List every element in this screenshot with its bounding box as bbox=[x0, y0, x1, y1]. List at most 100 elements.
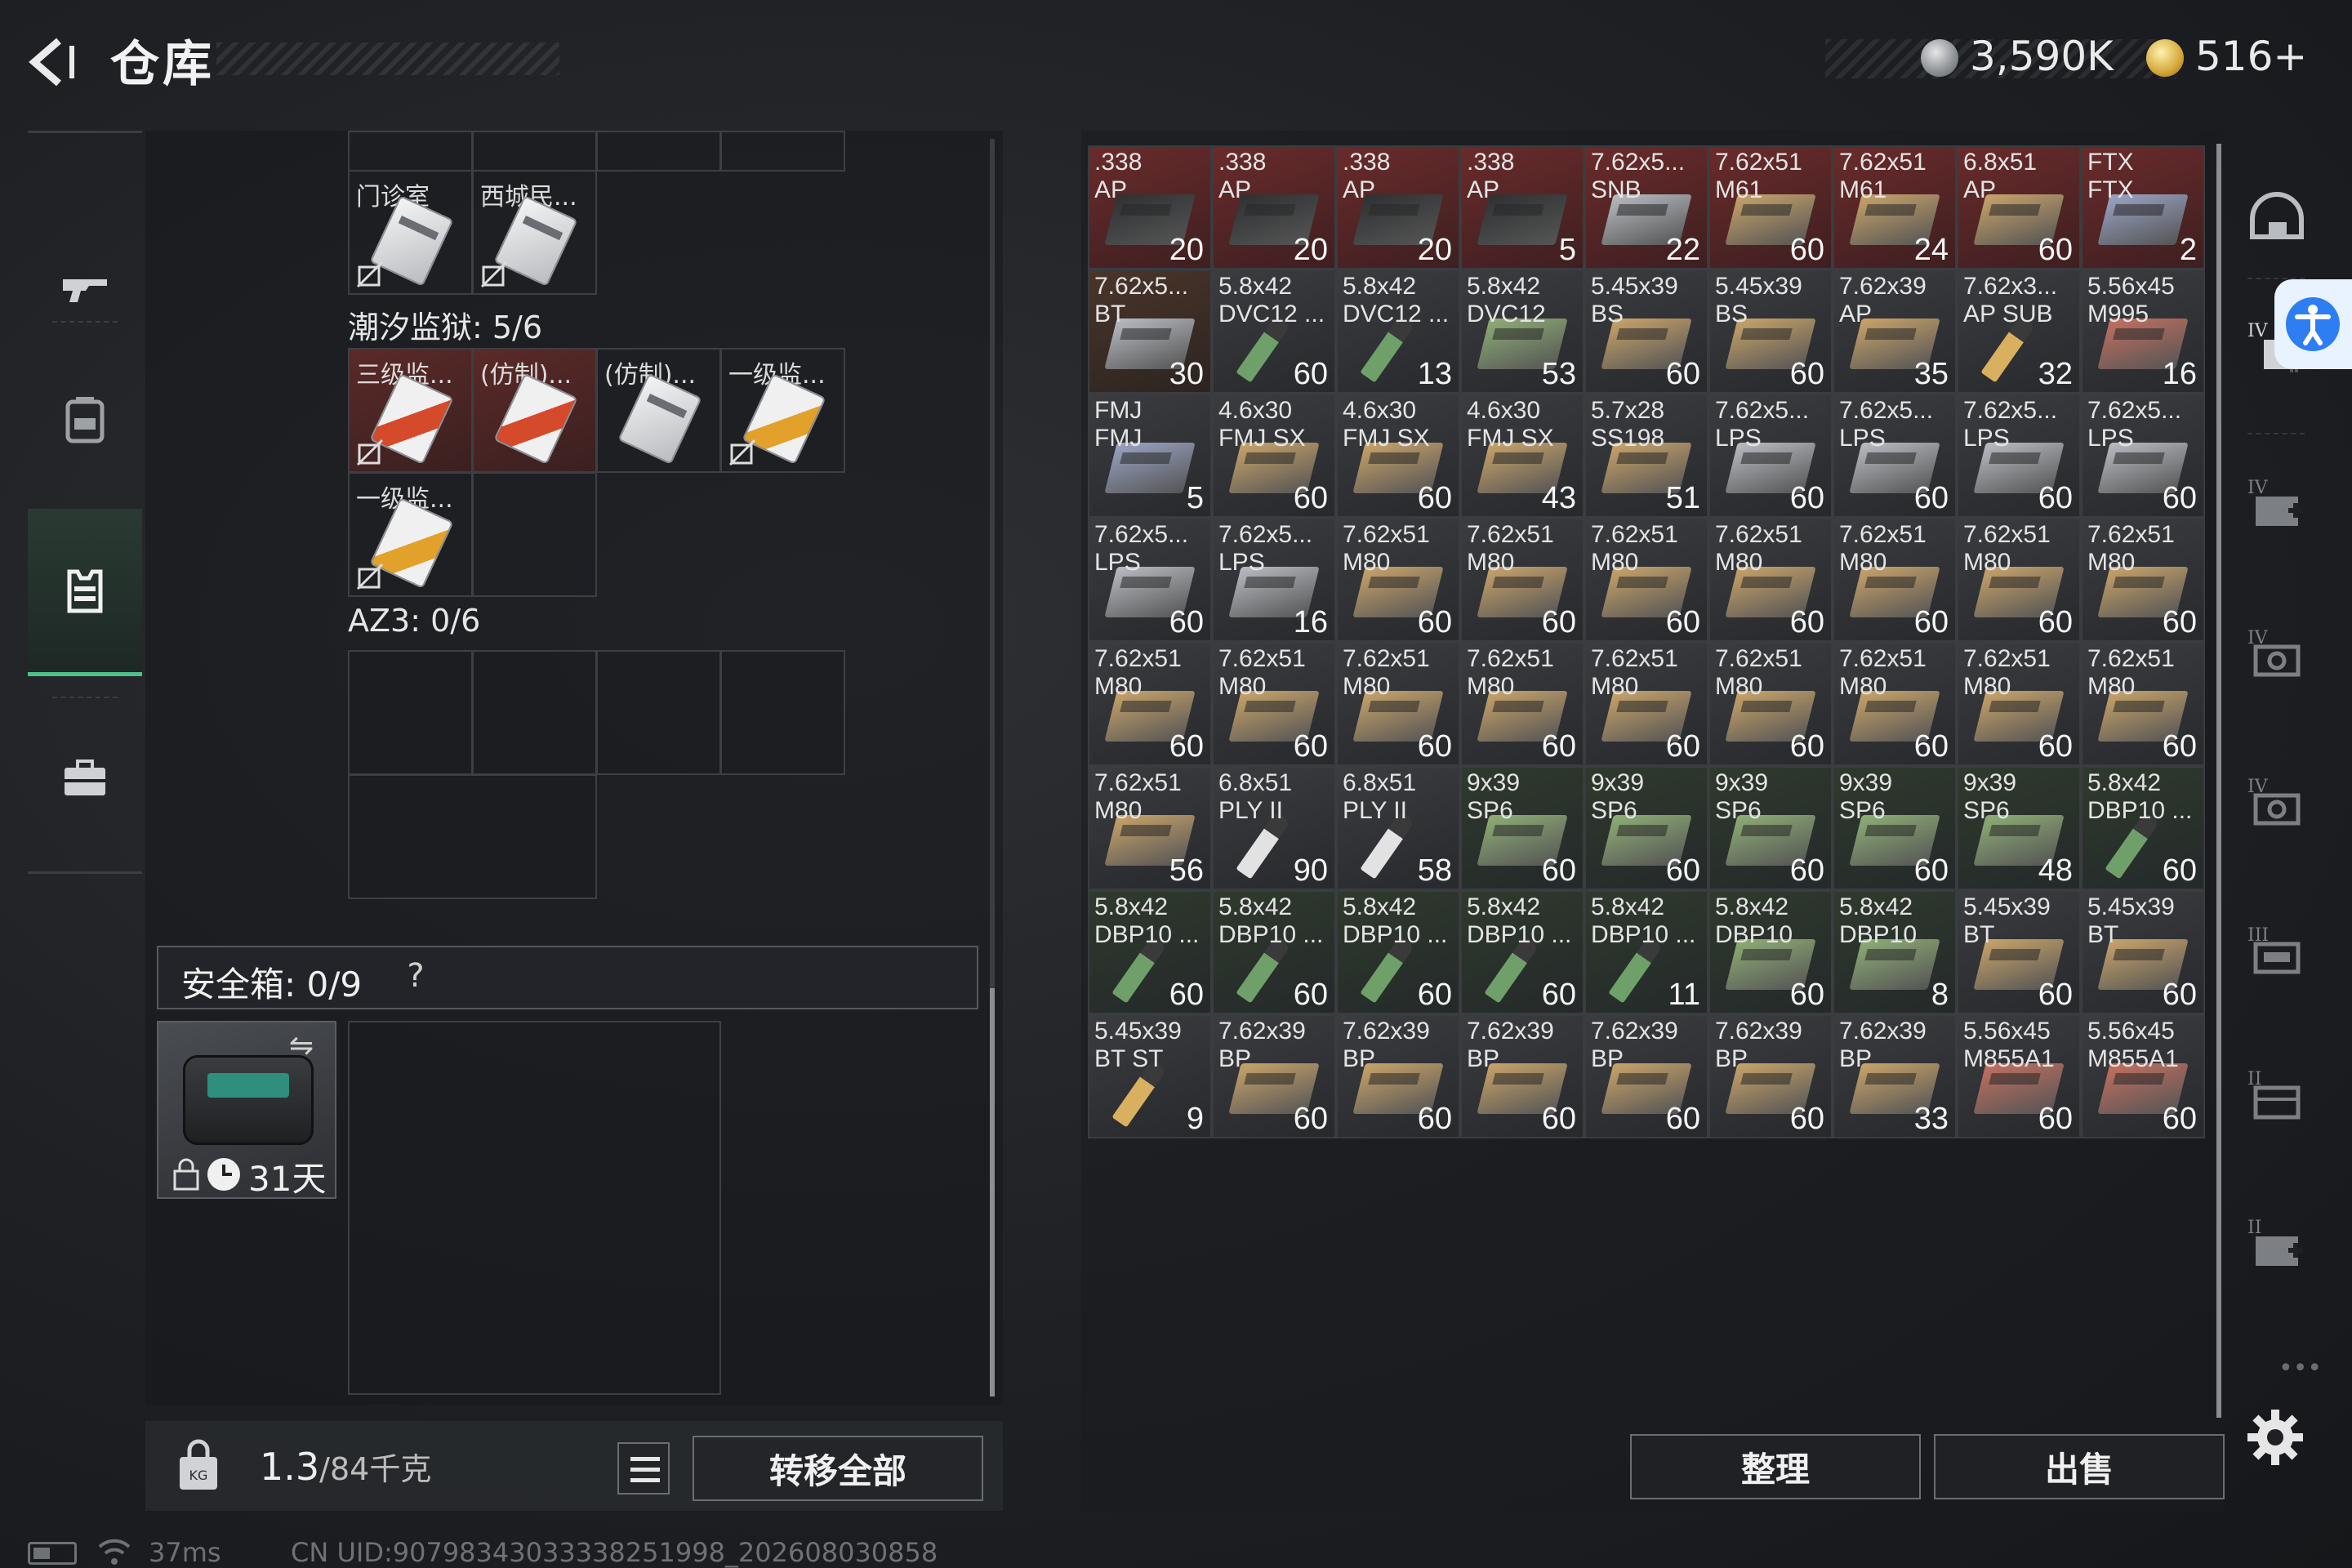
inventory-slot[interactable]: FMJ FMJ 5 bbox=[1088, 394, 1212, 518]
side-tab-ammo[interactable]: IV bbox=[2239, 617, 2314, 693]
inventory-slot[interactable]: 7.62x51 M80 60 bbox=[1708, 518, 1833, 642]
inventory-slot[interactable]: 7.62x39 BP 60 bbox=[1708, 1014, 1833, 1138]
side-tab-box[interactable]: II bbox=[2239, 1058, 2314, 1134]
inventory-slot[interactable]: 7.62x51 M80 60 bbox=[1584, 642, 1708, 766]
inventory-slot[interactable]: FTX FTX 2 bbox=[2081, 145, 2205, 270]
inventory-slot[interactable]: 9x39 SP6 60 bbox=[1584, 766, 1708, 890]
side-tab-medkit[interactable]: IV bbox=[2239, 467, 2314, 542]
inventory-slot[interactable]: 5.8x42 DBP10 ... 60 bbox=[1336, 890, 1460, 1014]
inventory-slot[interactable]: 7.62x51 M80 60 bbox=[1584, 518, 1708, 642]
container-slot[interactable] bbox=[596, 131, 721, 172]
inventory-slot[interactable]: 5.8x42 DVC12 ... 13 bbox=[1336, 270, 1460, 394]
inventory-slot[interactable]: .338 AP 20 bbox=[1212, 145, 1336, 270]
inventory-slot[interactable]: 5.7x28 SS198 51 bbox=[1584, 394, 1708, 518]
inventory-slot[interactable]: 7.62x5... LPS 60 bbox=[2081, 394, 2205, 518]
safe-box-grid[interactable] bbox=[348, 1021, 721, 1395]
inventory-slot[interactable]: 7.62x51 M80 60 bbox=[1957, 642, 2081, 766]
inventory-slot[interactable]: 6.8x51 AP 60 bbox=[1957, 145, 2081, 270]
sort-button[interactable]: 整理 bbox=[1630, 1434, 1921, 1499]
inventory-slot[interactable]: 5.45x39 BT ST 9 bbox=[1088, 1014, 1212, 1138]
inventory-slot[interactable]: 5.8x42 DBP10 ... 60 bbox=[1088, 890, 1212, 1014]
inventory-slot[interactable]: 7.62x51 M61 60 bbox=[1708, 145, 1833, 270]
list-view-button[interactable] bbox=[617, 1442, 670, 1494]
inventory-slot[interactable]: .338 AP 20 bbox=[1088, 145, 1212, 270]
inventory-slot[interactable]: 7.62x51 M80 60 bbox=[1336, 518, 1460, 642]
safe-box-item[interactable]: ⇋ 31天 bbox=[157, 1021, 336, 1199]
gold-currency-amount[interactable]: 516+ bbox=[2195, 33, 2307, 80]
inventory-slot[interactable]: 7.62x51 M80 60 bbox=[2081, 642, 2205, 766]
inventory-slot[interactable]: 7.62x51 M80 60 bbox=[1833, 642, 1957, 766]
inventory-slot[interactable]: 5.45x39 BS 60 bbox=[1708, 270, 1833, 394]
nav-vest[interactable] bbox=[28, 509, 142, 676]
nav-backpack[interactable] bbox=[28, 337, 142, 501]
container-slot[interactable] bbox=[472, 131, 597, 172]
inventory-slot[interactable]: 5.8x42 DBP10 ... 60 bbox=[1212, 890, 1336, 1014]
side-tab-ammo-2[interactable]: IV bbox=[2239, 766, 2314, 841]
nav-case[interactable] bbox=[28, 697, 142, 860]
side-tab-weapon[interactable]: III bbox=[2239, 915, 2314, 990]
inventory-slot[interactable]: 5.45x39 BS 60 bbox=[1584, 270, 1708, 394]
inventory-slot[interactable]: 4.6x30 FMJ SX 60 bbox=[1212, 394, 1336, 518]
inventory-slot[interactable]: 5.8x42 DVC12 ... 60 bbox=[1212, 270, 1336, 394]
key-card-slot[interactable]: (仿制)... bbox=[596, 348, 721, 473]
inventory-slot[interactable]: 5.45x39 BT 60 bbox=[1957, 890, 2081, 1014]
inventory-slot[interactable]: 9x39 SP6 60 bbox=[1833, 766, 1957, 890]
inventory-slot[interactable]: 7.62x51 M80 60 bbox=[1212, 642, 1336, 766]
inventory-slot[interactable]: 7.62x39 BP 60 bbox=[1584, 1014, 1708, 1138]
side-tab-helmet[interactable] bbox=[2239, 181, 2314, 256]
inventory-slot[interactable]: 7.62x5... BT 30 bbox=[1088, 270, 1212, 394]
inventory-slot[interactable]: 7.62x5... LPS 60 bbox=[1833, 394, 1957, 518]
inventory-slot[interactable]: 4.6x30 FMJ SX 43 bbox=[1460, 394, 1584, 518]
inventory-slot[interactable]: 5.8x42 DBP10 60 bbox=[1708, 890, 1833, 1014]
help-icon[interactable]: ? bbox=[395, 957, 436, 998]
key-card-slot[interactable]: 西城民... bbox=[472, 170, 597, 295]
transfer-all-button[interactable]: 转移全部 bbox=[693, 1436, 983, 1501]
inventory-slot[interactable]: 7.62x51 M80 60 bbox=[1460, 642, 1584, 766]
accessibility-button[interactable] bbox=[2274, 279, 2352, 369]
inventory-slot[interactable]: .338 AP 20 bbox=[1336, 145, 1460, 270]
key-card-slot[interactable]: 一级监... bbox=[348, 472, 473, 597]
inventory-slot[interactable]: 7.62x51 M80 60 bbox=[2081, 518, 2205, 642]
inventory-slot[interactable]: 7.62x3... AP SUB 32 bbox=[1957, 270, 2081, 394]
key-card-slot[interactable]: 三级监... bbox=[348, 348, 473, 473]
inventory-slot[interactable]: 7.62x51 M80 60 bbox=[1336, 642, 1460, 766]
inventory-slot[interactable]: 5.8x42 DVC12 53 bbox=[1460, 270, 1584, 394]
more-icon[interactable]: ••• bbox=[2278, 1354, 2322, 1383]
inventory-slot[interactable]: 7.62x5... LPS 60 bbox=[1708, 394, 1833, 518]
inventory-slot[interactable]: 7.62x5... LPS 16 bbox=[1212, 518, 1336, 642]
scrollbar-thumb[interactable] bbox=[990, 988, 995, 1396]
inventory-slot[interactable]: 7.62x39 BP 60 bbox=[1212, 1014, 1336, 1138]
empty-slot[interactable] bbox=[348, 774, 597, 899]
inventory-slot[interactable]: 7.62x39 AP 35 bbox=[1833, 270, 1957, 394]
inventory-slot[interactable]: 5.56x45 M995 16 bbox=[2081, 270, 2205, 394]
empty-slot[interactable] bbox=[720, 650, 845, 775]
key-card-slot[interactable]: 门诊室 bbox=[348, 170, 473, 295]
inventory-slot[interactable]: 7.62x5... SNB 22 bbox=[1584, 145, 1708, 270]
empty-slot[interactable] bbox=[472, 650, 597, 775]
empty-slot[interactable] bbox=[596, 650, 721, 775]
settings-gear-icon[interactable] bbox=[2244, 1406, 2306, 1468]
inventory-slot[interactable]: 7.62x51 M80 56 bbox=[1088, 766, 1212, 890]
swap-icon[interactable]: ⇋ bbox=[289, 1029, 330, 1062]
inventory-slot[interactable]: 7.62x5... LPS 60 bbox=[1088, 518, 1212, 642]
inventory-slot[interactable]: 7.62x39 BP 60 bbox=[1336, 1014, 1460, 1138]
key-card-slot[interactable]: (仿制)... bbox=[472, 348, 597, 473]
inventory-slot[interactable]: 7.62x51 M80 60 bbox=[1460, 518, 1584, 642]
inventory-slot[interactable]: 5.56x45 M855A1 60 bbox=[2081, 1014, 2205, 1138]
inventory-slot[interactable]: 5.8x42 DBP10 8 bbox=[1833, 890, 1957, 1014]
inventory-slot[interactable]: 9x39 SP6 60 bbox=[1460, 766, 1584, 890]
inventory-slot[interactable]: 7.62x39 BP 60 bbox=[1460, 1014, 1584, 1138]
inventory-slot[interactable]: 6.8x51 PLY II 90 bbox=[1212, 766, 1336, 890]
inventory-slot[interactable]: 5.45x39 BT 60 bbox=[2081, 890, 2205, 1014]
key-card-slot[interactable]: 一级监... bbox=[720, 348, 845, 473]
inventory-slot[interactable]: 9x39 SP6 60 bbox=[1708, 766, 1833, 890]
inventory-slot[interactable]: 7.62x51 M80 60 bbox=[1957, 518, 2081, 642]
back-button[interactable] bbox=[23, 29, 88, 95]
warehouse-scrollbar-thumb[interactable] bbox=[2216, 144, 2221, 1418]
inventory-slot[interactable]: 5.8x42 DBP10 ... 60 bbox=[1460, 890, 1584, 1014]
inventory-slot[interactable]: 7.62x5... LPS 60 bbox=[1957, 394, 2081, 518]
container-slot[interactable] bbox=[348, 131, 473, 172]
inventory-slot[interactable]: .338 AP 5 bbox=[1460, 145, 1584, 270]
empty-slot[interactable] bbox=[472, 472, 597, 597]
empty-slot[interactable] bbox=[348, 650, 473, 775]
